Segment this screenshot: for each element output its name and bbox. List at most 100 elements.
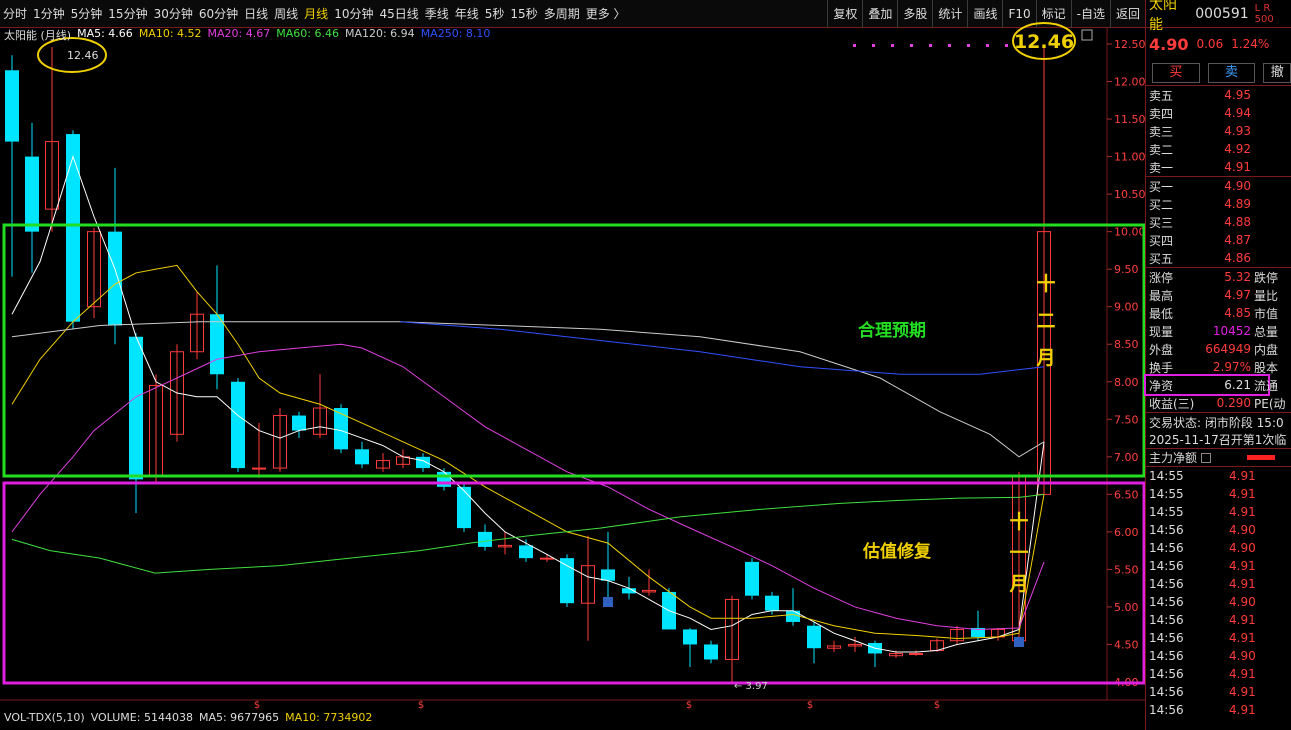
chart-title: 太阳能 (月线) [4, 29, 72, 42]
flow-header[interactable]: 主力净额 [1146, 449, 1291, 467]
stat-label-2: PE(动 [1254, 396, 1286, 411]
ma120-line [11, 321, 1045, 458]
sell-button[interactable]: 卖 [1207, 62, 1256, 83]
trade-price: 4.91 [1229, 667, 1256, 681]
buy-button[interactable]: 买 [1152, 62, 1200, 83]
buys-price: 4.90 [1224, 179, 1251, 193]
list-icon[interactable] [1201, 452, 1212, 463]
quote-sidebar: 太阳能 000591 L R 500 4.90 0.06 1.24% 买 卖 撤… [1144, 0, 1291, 730]
candle-body [519, 545, 533, 559]
candle-body [745, 561, 759, 596]
y-tick-label: 11.00 [1114, 151, 1145, 164]
stat-label-2: 内盘 [1254, 342, 1279, 357]
sells-label: 卖二 [1149, 142, 1174, 157]
dot-marker [948, 44, 951, 47]
stock-title: 太阳能 000591 L R 500 [1146, 0, 1291, 33]
sells-row[interactable]: 卖四 4.94 [1146, 104, 1291, 122]
notice: 2025-11-17召开第1次临 [1146, 431, 1291, 449]
dividend-icon: $ [807, 700, 813, 711]
buys-row[interactable]: 买一 4.90 [1146, 177, 1291, 195]
trade-price: 4.91 [1229, 631, 1256, 645]
trade-time: 14:56 [1149, 685, 1184, 699]
y-tick-label: 6.50 [1114, 488, 1139, 501]
candle-body [5, 70, 19, 142]
sells-label: 卖四 [1149, 106, 1174, 121]
sells-label: 卖一 [1149, 160, 1174, 175]
sells-row[interactable]: 卖三 4.93 [1146, 122, 1291, 140]
fair-value-label: 合理预期 [858, 320, 926, 341]
trade-price: 4.91 [1229, 469, 1256, 483]
y-tick-label: 11.50 [1114, 113, 1145, 126]
trade-row: 14:55 4.91 [1146, 467, 1291, 485]
candle-body [292, 415, 306, 431]
trade-ticks: 14:55 4.91 14:55 4.91 14:55 4.91 14:56 4.90 14:5… [1146, 467, 1291, 719]
cancel-button[interactable]: 撤 [1263, 62, 1291, 83]
expand-icon[interactable] [1081, 29, 1093, 41]
buys-price: 4.86 [1224, 251, 1251, 265]
stat-label: 换手 [1149, 360, 1174, 375]
trade-row: 14:56 4.91 [1146, 665, 1291, 683]
dividend-icon: $ [418, 700, 424, 711]
y-tick-label: 12.50 [1114, 38, 1145, 51]
event-icon[interactable] [603, 597, 613, 607]
ma-legend: 太阳能 (月线) MA5: 4.66 MA10: 4.52 MA20: 4.67 MA… [4, 27, 490, 43]
sells-row[interactable]: 卖一 4.91 [1146, 158, 1291, 176]
trade-row: 14:56 4.91 [1146, 575, 1291, 593]
trade-row: 14:56 4.90 [1146, 647, 1291, 665]
ma-legend-item: MA120: 6.94 [344, 27, 415, 40]
stats-table: 涨停 5.32 跌停 最高 4.97 量比 最低 4.85 市值 现量 10452 总量 外盘 66494… [1144, 268, 1291, 413]
buy-book: 买一 4.90 买二 4.89 买三 4.88 买四 4.87 买五 4.86 [1146, 177, 1291, 268]
stat-label: 收益(三) [1149, 396, 1195, 411]
sells-price: 4.94 [1224, 106, 1251, 120]
candle-body [66, 134, 80, 322]
volume-legend-item: VOL-TDX(5,10) [4, 711, 85, 724]
trade-price: 4.91 [1229, 559, 1256, 573]
buys-label: 买四 [1149, 233, 1174, 248]
candle-body [129, 336, 143, 480]
dividend-icon: $ [254, 700, 260, 711]
last-price: 4.90 [1149, 34, 1189, 54]
candle-body [786, 610, 800, 622]
candle-body [540, 557, 554, 560]
trade-status-text: 交易状态: 闭市阶段 15:0 [1149, 415, 1284, 430]
stat-row: 外盘 664949 内盘 [1146, 340, 1291, 358]
stat-row: 涨停 5.32 跌停 [1146, 268, 1291, 286]
stat-label: 外盘 [1149, 342, 1174, 357]
y-tick-label: 7.50 [1114, 413, 1139, 426]
trade-price: 4.90 [1229, 523, 1256, 537]
y-tick-label: 5.50 [1114, 563, 1139, 576]
sells-row[interactable]: 卖五 4.95 [1146, 86, 1291, 104]
stat-label: 最低 [1149, 306, 1174, 321]
y-tick-label: 8.50 [1114, 338, 1139, 351]
buys-row[interactable]: 买三 4.88 [1146, 213, 1291, 231]
trade-price: 4.91 [1229, 577, 1256, 591]
dot-marker [1005, 44, 1008, 47]
stat-row: 换手 2.97% 股本 [1146, 358, 1291, 376]
sells-label: 卖三 [1149, 124, 1174, 139]
trade-time: 14:55 [1149, 487, 1184, 501]
buys-row[interactable]: 买二 4.89 [1146, 195, 1291, 213]
stat-label: 涨停 [1149, 270, 1174, 285]
volume-legend: VOL-TDX(5,10) VOLUME: 5144038 MA5: 9677965… [4, 711, 372, 724]
kline-chart[interactable]: 12.50 12.00 11.50 11.00 10.50 10.00 9.50 9.00 8.… [0, 0, 1145, 730]
dot-marker [929, 44, 932, 47]
event-icon[interactable] [1014, 637, 1024, 647]
ma-legend-item: MA10: 4.52 [138, 27, 202, 40]
candle-body [355, 449, 369, 465]
dot-marker [891, 44, 894, 47]
buys-row[interactable]: 买五 4.86 [1146, 249, 1291, 267]
flow-bar [1247, 455, 1276, 460]
trade-time: 14:56 [1149, 667, 1184, 681]
candle-body [765, 595, 779, 611]
high-label-right: 12.46 [1014, 31, 1074, 53]
sells-label: 卖五 [1149, 88, 1174, 103]
trade-row: 14:56 4.90 [1146, 539, 1291, 557]
price-change: 0.06 [1196, 37, 1224, 51]
stat-label: 净资 [1149, 378, 1174, 393]
candle-body [457, 486, 471, 529]
sells-row[interactable]: 卖二 4.92 [1146, 140, 1291, 158]
stat-row: 最低 4.85 市值 [1146, 304, 1291, 322]
buys-row[interactable]: 买四 4.87 [1146, 231, 1291, 249]
candle-body [704, 644, 718, 660]
sell-book: 卖五 4.95 卖四 4.94 卖三 4.93 卖二 4.92 卖一 4.91 [1146, 86, 1291, 177]
